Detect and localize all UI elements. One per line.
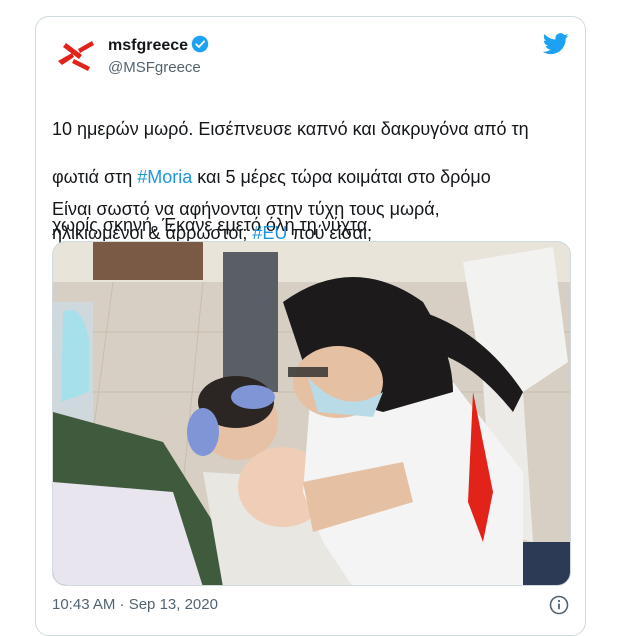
tweet-text-segment: φωτιά στη — [52, 167, 138, 187]
hashtag-moria-link[interactable]: #Moria — [137, 167, 192, 187]
tweet-line-2: φωτιά στη #Moria και 5 μέρες τώρα κοιμάτ… — [52, 165, 572, 189]
account-handle[interactable]: @MSFgreece — [108, 58, 209, 78]
timestamp[interactable]: 10:43 AM · Sep 13, 2020 — [52, 596, 218, 613]
hashtag-eu-link[interactable]: #EU — [252, 223, 287, 243]
photo-illustration — [53, 242, 570, 585]
twitter-bird-icon[interactable] — [543, 33, 569, 55]
avatar[interactable] — [52, 31, 100, 79]
tweet-line-4: Είναι σωστό να αφήνονται στην τύχη τους … — [52, 199, 440, 219]
tweet-text-segment: πού είσαι; — [287, 223, 372, 243]
tweet-text-segment: ηλικιωμένοι & άρρωστοι; — [52, 223, 253, 243]
tweet-photo[interactable] — [52, 241, 571, 586]
tweet-card[interactable]: msfgreece @MSFgreece 10 ημερών μωρό. Εισ… — [35, 16, 586, 636]
msf-logo-icon — [58, 41, 94, 71]
tweet-line-1: 10 ημερών μωρό. Εισέπνευσε καπνό και δακ… — [52, 119, 529, 139]
display-name[interactable]: msfgreece — [108, 35, 209, 56]
display-name-text[interactable]: msfgreece — [108, 37, 188, 54]
tweet-text-paragraph-2: Είναι σωστό να αφήνονται στην τύχη τους … — [52, 197, 572, 245]
verified-badge-icon — [191, 35, 209, 53]
account-name-block[interactable]: msfgreece @MSFgreece — [108, 35, 209, 78]
tweet-text-segment: και 5 μέρες τώρα κοιμάται στο δρόμο — [192, 167, 491, 187]
tweet-header: msfgreece @MSFgreece — [52, 31, 569, 81]
tweet-footer: 10:43 AM · Sep 13, 2020 — [52, 595, 569, 617]
info-icon[interactable] — [549, 595, 569, 615]
